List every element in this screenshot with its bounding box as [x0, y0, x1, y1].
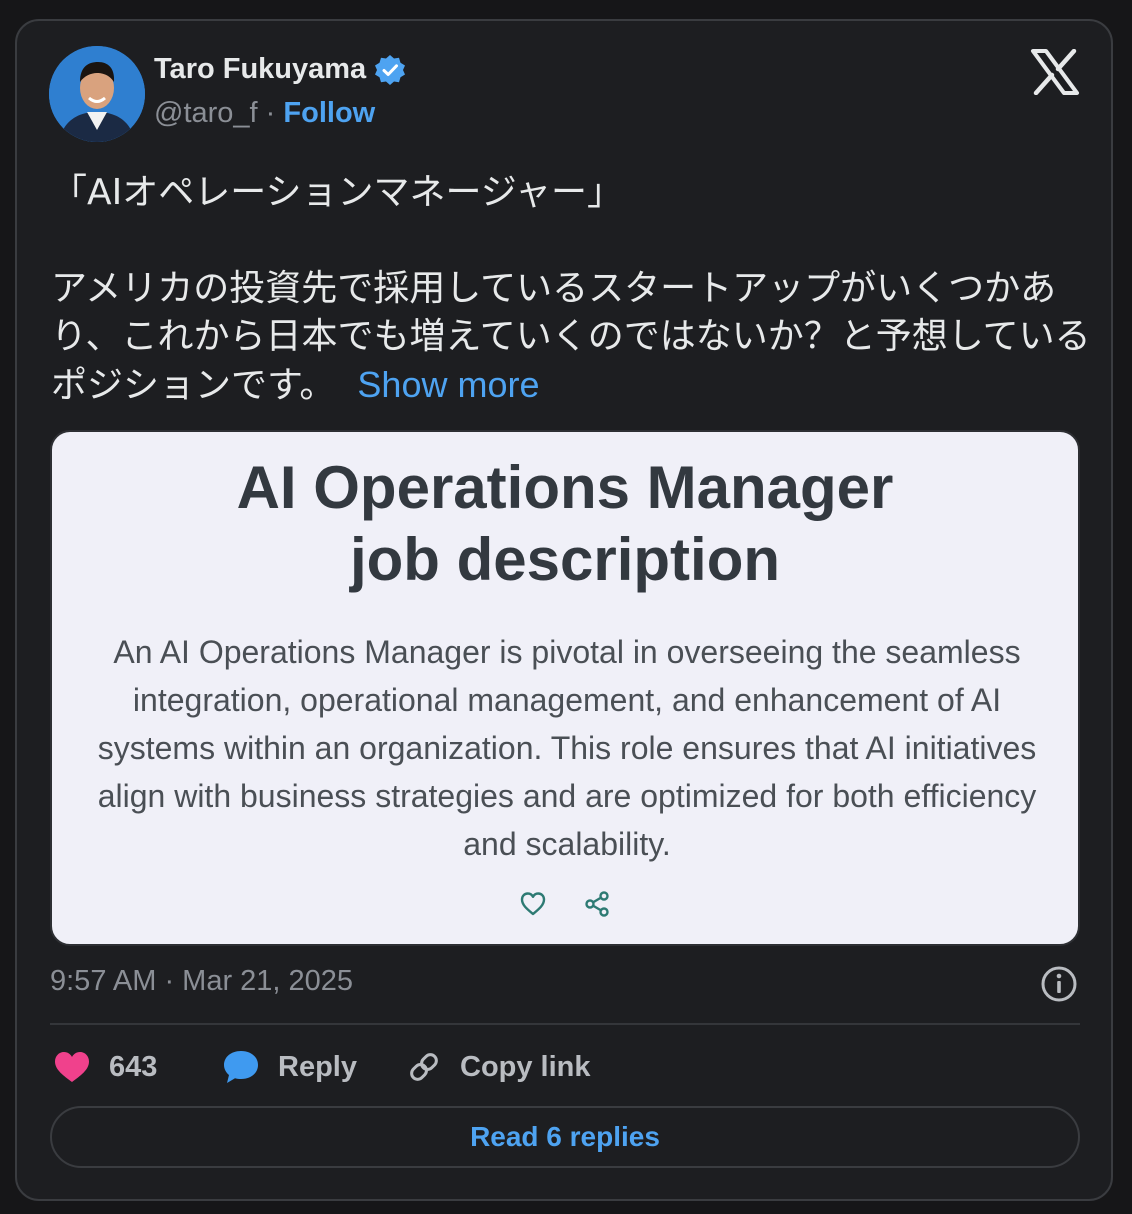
author-name-row[interactable]: Taro Fukuyama [154, 53, 406, 86]
copy-link-button[interactable]: Copy link [406, 1047, 591, 1087]
handle-separator: · [265, 97, 276, 129]
media-title-line: job description [349, 526, 781, 593]
heart-filled-icon [55, 1052, 89, 1082]
media-title-line: AI Operations Manager [236, 454, 894, 521]
reply-label: Reply [278, 1050, 357, 1083]
like-button[interactable]: 643 [53, 1047, 157, 1087]
media-title: AI Operations Manager job description [52, 452, 1078, 596]
link-icon [410, 1053, 438, 1081]
info-icon[interactable] [1040, 965, 1078, 1003]
divider [50, 1023, 1080, 1025]
x-logo-icon[interactable] [1030, 48, 1080, 96]
media-icon-row [52, 890, 1078, 918]
author-avatar[interactable] [49, 46, 145, 142]
copy-link-label: Copy link [460, 1050, 591, 1083]
media-card[interactable]: AI Operations Manager job description An… [50, 430, 1080, 946]
tweet-text-paragraph: アメリカの投資先で採用しているスタートアップがいくつかあり、これから日本でも増え… [51, 265, 1091, 410]
share-icon [583, 890, 611, 918]
tweet-timestamp[interactable]: 9:57 AM · Mar 21, 2025 [50, 965, 353, 998]
follow-button[interactable]: Follow [283, 97, 375, 129]
handle-row: @taro_f · Follow [154, 97, 375, 130]
tweet-text-line: 「AIオペレーションマネージャー」 [51, 172, 624, 213]
speech-bubble-icon [224, 1051, 258, 1083]
show-more-link[interactable]: Show more [357, 364, 539, 405]
heart-outline-icon [519, 890, 547, 918]
tweet-text: 「AIオペレーションマネージャー」 アメリカの投資先で採用しているスタートアップ… [51, 169, 1091, 410]
like-count: 643 [109, 1050, 158, 1083]
reply-button[interactable]: Reply [222, 1047, 357, 1087]
tweet-card: Taro Fukuyama @taro_f · Follow 「AIオペレーショ… [15, 19, 1113, 1201]
read-replies-button[interactable]: Read 6 replies [50, 1106, 1080, 1168]
tweet-text-body: アメリカの投資先で採用しているスタートアップがいくつかあり、これから日本でも増え… [51, 268, 1091, 406]
author-name[interactable]: Taro Fukuyama [154, 53, 366, 86]
author-handle[interactable]: @taro_f [154, 97, 258, 129]
read-replies-label: Read 6 replies [470, 1121, 660, 1152]
media-description: An AI Operations Manager is pivotal in o… [97, 634, 1037, 862]
verified-badge-icon [374, 54, 406, 86]
avatar-image [49, 46, 145, 142]
